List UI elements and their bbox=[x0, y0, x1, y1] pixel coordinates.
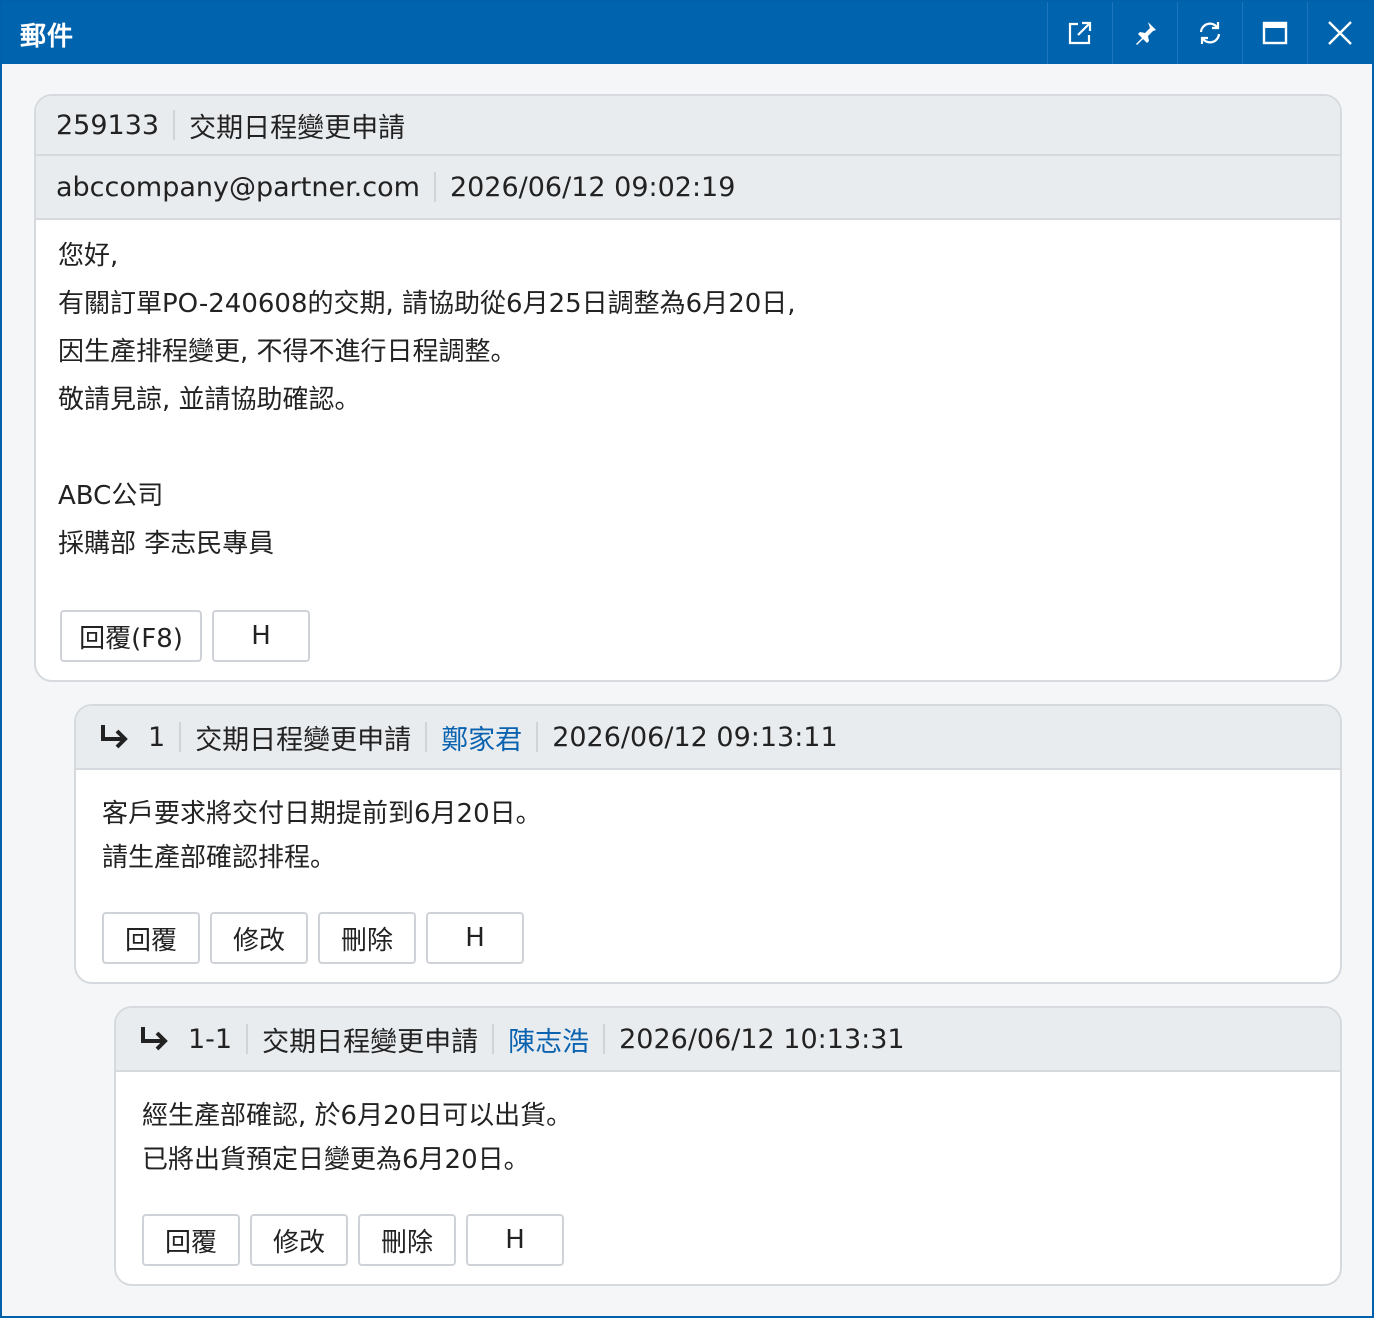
reply-actions: 回覆 修改 刪除 H bbox=[102, 912, 524, 964]
refresh-button[interactable] bbox=[1177, 2, 1242, 64]
body-line: 請生產部確認排程。 bbox=[102, 843, 337, 873]
mail-subject-row: 259133 交期日程變更申請 bbox=[36, 96, 1340, 156]
body-line: 採購部 李志民專員 bbox=[58, 529, 275, 559]
maximize-icon bbox=[1262, 21, 1288, 45]
body-line: ABC公司 bbox=[58, 481, 164, 511]
edit-button[interactable]: 修改 bbox=[210, 912, 308, 964]
popout-button[interactable] bbox=[1047, 2, 1112, 64]
body-line: 已將出貨預定日變更為6月20日。 bbox=[142, 1145, 530, 1175]
body-line bbox=[58, 424, 796, 472]
reply-arrow-icon bbox=[98, 722, 132, 752]
divider bbox=[603, 1024, 606, 1054]
popout-icon bbox=[1068, 21, 1092, 45]
reply-author-link[interactable]: 鄭家君 bbox=[441, 718, 522, 757]
reply-number: 1 bbox=[148, 721, 166, 753]
mail-card: 259133 交期日程變更申請 abccompany@partner.com 2… bbox=[34, 94, 1342, 682]
body-line: 因生產排程變更, 不得不進行日程調整。 bbox=[58, 337, 517, 367]
edit-button[interactable]: 修改 bbox=[250, 1214, 348, 1266]
body-line: 您好, bbox=[58, 241, 119, 271]
refresh-icon bbox=[1199, 22, 1221, 44]
h-button[interactable]: H bbox=[466, 1214, 564, 1266]
reply-subject: 交期日程變更申請 bbox=[262, 1026, 479, 1058]
reply-card: 1 交期日程變更申請 鄭家君 2026/06/12 09:13:11 客戶要求將… bbox=[74, 704, 1342, 984]
divider bbox=[492, 1024, 495, 1054]
divider bbox=[433, 172, 436, 202]
close-button[interactable] bbox=[1307, 2, 1372, 64]
reply-arrow-icon bbox=[138, 1024, 172, 1054]
maximize-button[interactable] bbox=[1242, 2, 1307, 64]
reply-datetime: 2026/06/12 09:13:11 bbox=[552, 721, 838, 753]
reply-header: 1-1 交期日程變更申請 陳志浩 2026/06/12 10:13:31 bbox=[116, 1008, 1340, 1072]
reply-body: 客戶要求將交付日期提前到6月20日。 請生產部確認排程。 bbox=[102, 792, 542, 880]
pin-icon bbox=[1136, 22, 1156, 45]
divider bbox=[536, 722, 539, 752]
divider bbox=[179, 722, 182, 752]
window-tools bbox=[1047, 2, 1372, 64]
delete-button[interactable]: 刪除 bbox=[358, 1214, 456, 1266]
mail-meta-row: abccompany@partner.com 2026/06/12 09:02:… bbox=[36, 156, 1340, 220]
divider bbox=[173, 110, 176, 140]
reply-body: 經生產部確認, 於6月20日可以出貨。 已將出貨預定日變更為6月20日。 bbox=[142, 1094, 572, 1182]
body-line: 有關訂單PO-240608的交期, 請協助從6月25日調整為6月20日, bbox=[58, 289, 796, 319]
mail-sender: abccompany@partner.com bbox=[56, 171, 420, 203]
body-line: 經生產部確認, 於6月20日可以出貨。 bbox=[142, 1101, 573, 1131]
reply-card: 1-1 交期日程變更申請 陳志浩 2026/06/12 10:13:31 經生產… bbox=[114, 1006, 1342, 1286]
divider bbox=[425, 722, 428, 752]
title-bar: 郵件 bbox=[2, 2, 1372, 64]
reply-button[interactable]: 回覆 bbox=[102, 912, 200, 964]
mail-id: 259133 bbox=[56, 109, 160, 141]
reply-datetime: 2026/06/12 10:13:31 bbox=[619, 1023, 905, 1055]
reply-button[interactable]: 回覆(F8) bbox=[60, 610, 202, 662]
window-title: 郵件 bbox=[20, 22, 75, 52]
mail-datetime: 2026/06/12 09:02:19 bbox=[449, 171, 736, 203]
h-button[interactable]: H bbox=[426, 912, 524, 964]
close-icon bbox=[1328, 21, 1352, 45]
reply-actions: 回覆 修改 刪除 H bbox=[142, 1214, 564, 1266]
mail-subject: 交期日程變更申請 bbox=[189, 112, 406, 144]
reply-number: 1-1 bbox=[188, 1023, 233, 1055]
delete-button[interactable]: 刪除 bbox=[318, 912, 416, 964]
reply-button[interactable]: 回覆 bbox=[142, 1214, 240, 1266]
reply-header: 1 交期日程變更申請 鄭家君 2026/06/12 09:13:11 bbox=[76, 706, 1340, 770]
body-line: 客戶要求將交付日期提前到6月20日。 bbox=[102, 799, 542, 829]
body-line: 敬請見諒, 並請協助確認。 bbox=[58, 385, 361, 415]
reply-subject: 交期日程變更申請 bbox=[195, 724, 412, 756]
divider bbox=[246, 1024, 249, 1054]
pin-button[interactable] bbox=[1112, 2, 1177, 64]
mail-actions: 回覆(F8) H bbox=[60, 610, 310, 662]
reply-author-link[interactable]: 陳志浩 bbox=[508, 1020, 589, 1059]
mail-body: 您好, 有關訂單PO-240608的交期, 請協助從6月25日調整為6月20日,… bbox=[58, 232, 796, 568]
h-button[interactable]: H bbox=[212, 610, 310, 662]
mail-window: 郵件 259133 交期日程變更申請 abccompany@partner.co… bbox=[0, 0, 1374, 1318]
